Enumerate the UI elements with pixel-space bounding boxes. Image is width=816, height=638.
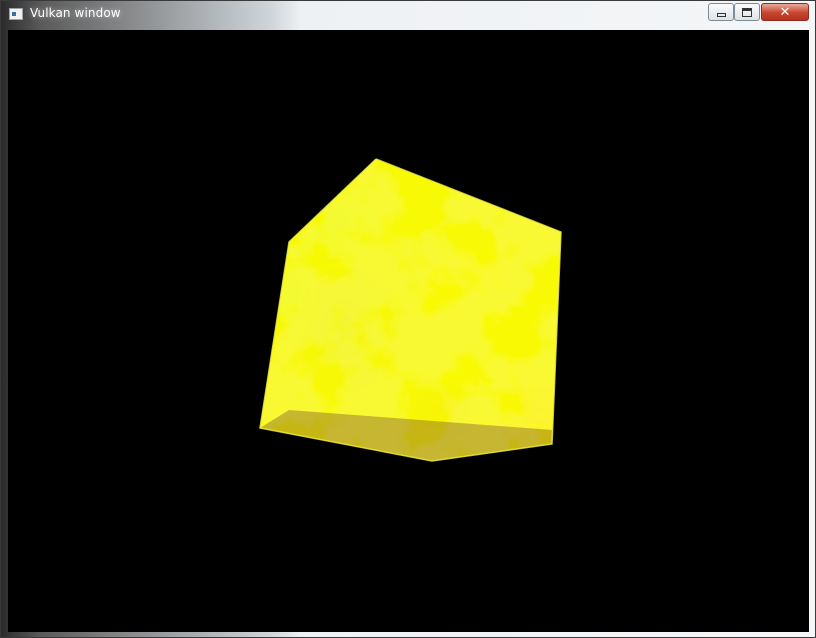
minimize-button[interactable] xyxy=(708,3,734,21)
close-button[interactable]: ✕ xyxy=(761,3,809,21)
close-icon: ✕ xyxy=(779,4,791,20)
cube-faces xyxy=(260,159,561,461)
maximize-button[interactable] xyxy=(734,3,760,21)
title-bar[interactable]: Vulkan window ✕ xyxy=(1,1,816,29)
window-title: Vulkan window xyxy=(30,6,121,20)
app-icon[interactable] xyxy=(9,8,23,20)
textured-cube xyxy=(259,158,562,462)
render-viewport[interactable] xyxy=(8,30,809,632)
application-window: Vulkan window ✕ xyxy=(0,0,816,638)
minimize-icon xyxy=(716,13,726,17)
maximize-icon xyxy=(742,7,752,17)
